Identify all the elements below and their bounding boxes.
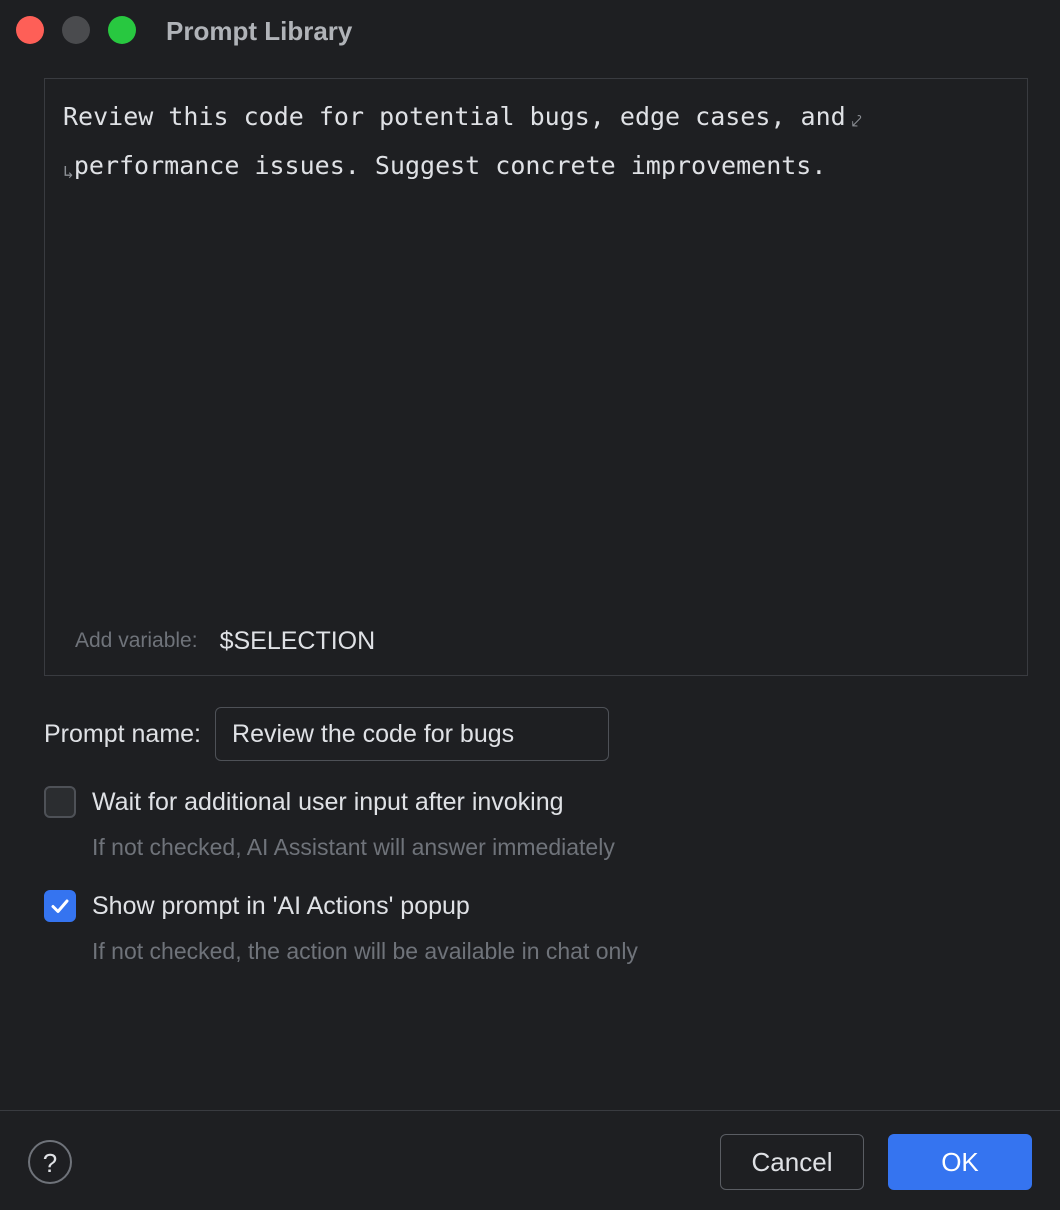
help-button[interactable]: ?: [28, 1140, 72, 1184]
close-window-button[interactable]: [16, 16, 44, 44]
add-variable-bar: Add variable: $SELECTION: [75, 623, 375, 659]
prompt-line-2: performance issues. Suggest concrete imp…: [73, 151, 827, 180]
wait-for-input-label[interactable]: Wait for additional user input after inv…: [92, 786, 564, 818]
wait-for-input-checkbox[interactable]: [44, 786, 76, 818]
prompt-library-dialog: Prompt Library Review this code for pote…: [0, 0, 1060, 1210]
prompt-editor[interactable]: Review this code for potential bugs, edg…: [44, 78, 1028, 676]
add-variable-label: Add variable:: [75, 629, 198, 652]
prompt-name-label: Prompt name:: [44, 719, 202, 748]
show-in-ai-actions-option[interactable]: Show prompt in 'AI Actions' popup: [44, 890, 470, 922]
prompt-line-1: Review this code for potential bugs, edg…: [63, 102, 846, 131]
show-in-ai-actions-checkbox[interactable]: [44, 890, 76, 922]
soft-wrap-end-icon: ⤦: [851, 111, 862, 132]
wait-for-input-option[interactable]: Wait for additional user input after inv…: [44, 786, 564, 818]
wait-for-input-hint: If not checked, AI Assistant will answer…: [92, 834, 615, 860]
prompt-name-row: Prompt name:: [44, 706, 610, 762]
prompt-name-input[interactable]: [215, 707, 610, 761]
ok-button[interactable]: OK: [888, 1134, 1032, 1190]
maximize-window-button[interactable]: [108, 16, 136, 44]
soft-wrap-start-icon: ↳: [63, 162, 74, 183]
title-bar: Prompt Library: [0, 0, 1060, 62]
cancel-button[interactable]: Cancel: [720, 1134, 864, 1190]
prompt-text[interactable]: Review this code for potential bugs, edg…: [63, 95, 1003, 195]
show-in-ai-actions-label[interactable]: Show prompt in 'AI Actions' popup: [92, 890, 470, 922]
footer-divider: [0, 1110, 1060, 1111]
window-title: Prompt Library: [166, 16, 353, 46]
checkmark-icon: [51, 899, 69, 913]
show-in-ai-actions-hint: If not checked, the action will be avail…: [92, 938, 638, 964]
minimize-window-button[interactable]: [62, 16, 90, 44]
variable-selection-link[interactable]: $SELECTION: [220, 627, 376, 656]
